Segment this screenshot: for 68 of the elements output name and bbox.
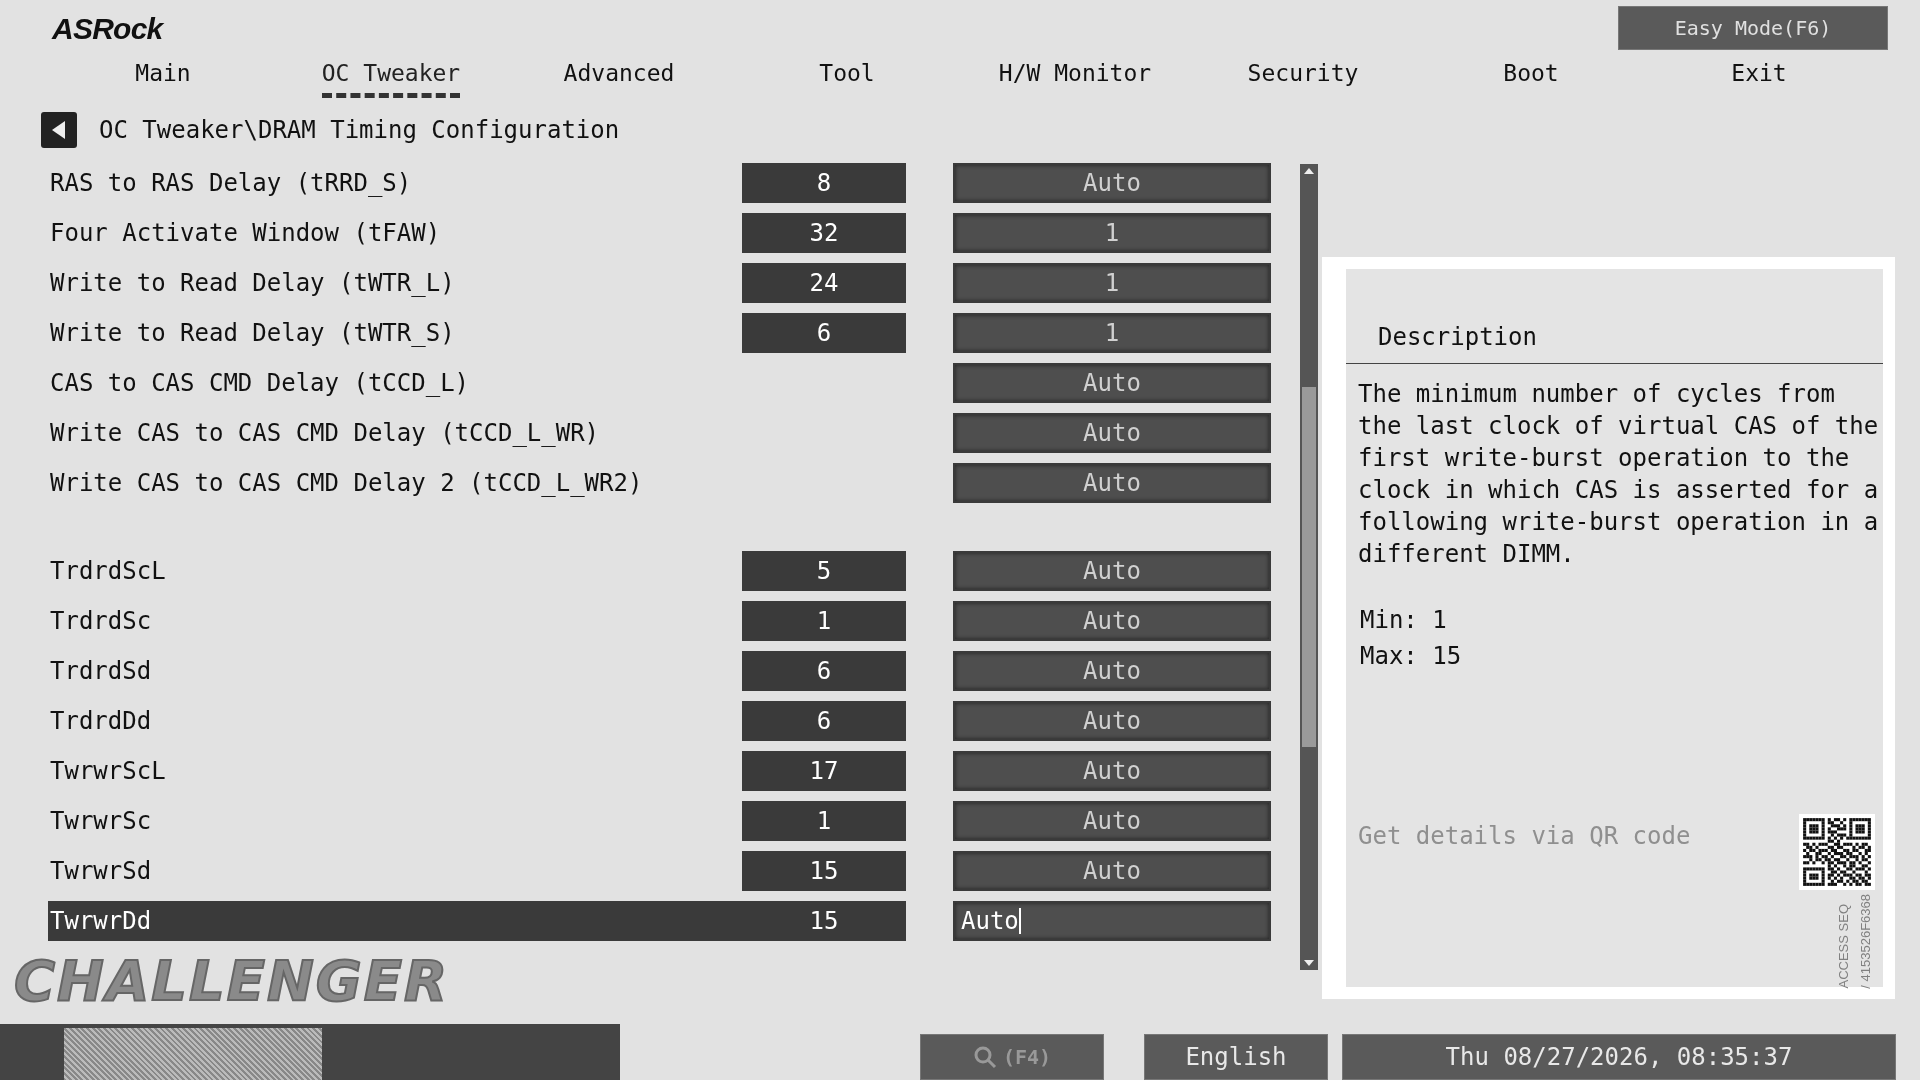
setting-input-field[interactable]: Auto [953, 463, 1271, 503]
setting-input-field[interactable]: Auto [953, 551, 1271, 591]
back-button[interactable] [41, 112, 77, 148]
back-arrow-icon [52, 121, 66, 139]
setting-label: RAS to RAS Delay (tRRD_S) [49, 168, 413, 199]
setting-input-field[interactable]: Auto [953, 163, 1271, 203]
current-value: 8 [742, 163, 906, 203]
description-title: Description [1346, 269, 1883, 364]
max-value-text: Max: 15 [1359, 641, 1463, 672]
setting-input-field[interactable]: Auto [953, 363, 1271, 403]
current-value: 24 [742, 263, 906, 303]
min-value-text: Min: 1 [1359, 605, 1448, 636]
setting-label: TrdrdSc [49, 606, 153, 637]
setting-input-field[interactable]: Auto [953, 851, 1271, 891]
qr-hint-text: Get details via QR code [1357, 821, 1691, 852]
current-value: 5 [742, 551, 906, 591]
current-value: 17 [742, 751, 906, 791]
menu-tab[interactable]: Boot [1503, 56, 1559, 98]
current-value: 6 [742, 651, 906, 691]
setting-label: TwrwrSc [49, 806, 153, 837]
menu-tab[interactable]: Security [1247, 56, 1359, 98]
setting-label: TwrwrScL [49, 756, 167, 787]
setting-label: Write to Read Delay (tWTR_S) [49, 318, 456, 349]
setting-input-field[interactable]: Auto [953, 701, 1271, 741]
description-text: The minimum number of cycles from the last clock of virtual CAS of the first write-burst operation to the clock in which CAS is asserted for a following write-burst operation in a different DIMM. [1357, 379, 1880, 570]
current-value: 6 [742, 701, 906, 741]
easy-mode-button[interactable]: Easy Mode(F6) [1618, 6, 1888, 50]
setting-input-field[interactable]: Auto [953, 901, 1271, 941]
setting-input-field[interactable]: Auto [953, 651, 1271, 691]
current-value: 1 [742, 601, 906, 641]
menu-tab[interactable]: Advanced [563, 56, 675, 98]
setting-input-field[interactable]: Auto [953, 601, 1271, 641]
setting-label: Write to Read Delay (tWTR_L) [49, 268, 456, 299]
setting-label: Write CAS to CAS CMD Delay (tCCD_L_WR) [49, 418, 601, 449]
setting-label: TwrwrDd [49, 906, 153, 937]
current-value: 1 [742, 801, 906, 841]
menu-tab[interactable]: Tool [819, 56, 875, 98]
menu-tab[interactable]: H/W Monitor [998, 56, 1152, 98]
setting-label: TrdrdScL [49, 556, 167, 587]
setting-input-field[interactable]: 1 [953, 213, 1271, 253]
menu-tab[interactable]: Main [135, 56, 191, 98]
setting-input-field[interactable]: Auto [953, 413, 1271, 453]
scrollbar[interactable] [1300, 164, 1318, 970]
current-value: 15 [742, 851, 906, 891]
date-time-display: Thu 08/27/2026, 08:35:37 [1342, 1034, 1896, 1080]
setting-label: TrdrdSd [49, 656, 153, 687]
scroll-down-icon [1303, 958, 1315, 968]
setting-label: TrdrdDd [49, 706, 153, 737]
setting-input-field[interactable]: Auto [953, 801, 1271, 841]
scroll-up-icon [1303, 166, 1315, 176]
challenger-logo: CHALLENGER [14, 947, 451, 1015]
setting-input-field[interactable]: 1 [953, 313, 1271, 353]
setting-input-field[interactable]: 1 [953, 263, 1271, 303]
setting-input-field[interactable]: Auto [953, 751, 1271, 791]
brand-logo: ASRock [52, 11, 163, 47]
access-seq-label: ACCESS SEQ [1835, 904, 1852, 989]
access-code-text: / 4153526F6368 [1856, 894, 1874, 989]
language-button[interactable]: English [1144, 1034, 1328, 1080]
current-value: 32 [742, 213, 906, 253]
menu-tab[interactable]: Exit [1731, 56, 1787, 98]
menu-tab[interactable]: OC Tweaker [321, 56, 461, 98]
setting-label: CAS to CAS CMD Delay (tCCD_L) [49, 368, 471, 399]
breadcrumb-path: OC Tweaker\DRAM Timing Configuration [99, 115, 620, 146]
setting-label: Four Activate Window (tFAW) [49, 218, 442, 249]
setting-label: TwrwrSd [49, 856, 153, 887]
setting-label: Write CAS to CAS CMD Delay 2 (tCCD_L_WR2) [49, 468, 644, 499]
search-icon [972, 1045, 997, 1069]
current-value: 6 [742, 313, 906, 353]
